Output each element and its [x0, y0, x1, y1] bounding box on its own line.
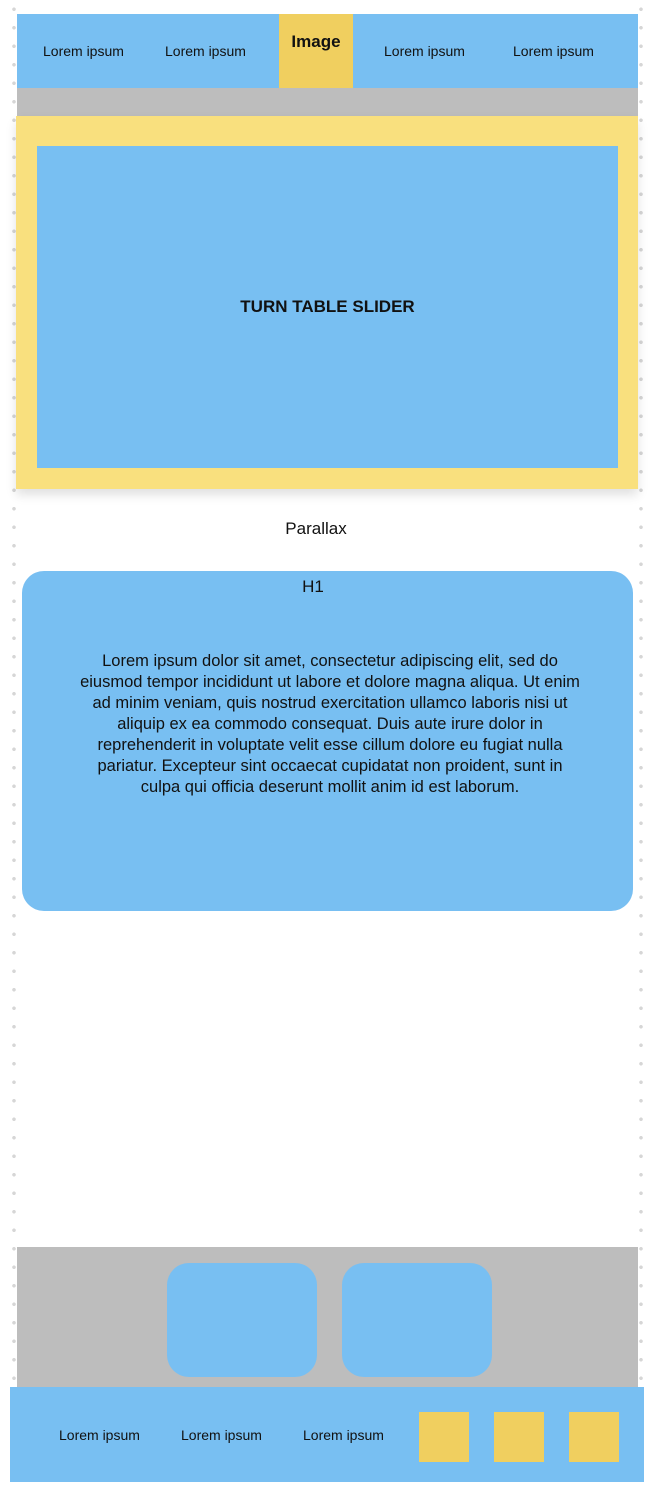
card-body-text: Lorem ipsum dolor sit amet, consectetur … — [80, 652, 580, 796]
nav-logo-image[interactable]: Image — [279, 14, 353, 88]
turntable-slider[interactable]: TURN TABLE SLIDER — [37, 146, 618, 468]
nav-item-2[interactable]: Lorem ipsum — [165, 43, 246, 59]
footer-link-3[interactable]: Lorem ipsum — [303, 1427, 384, 1443]
nav-logo-label: Image — [291, 32, 341, 51]
nav-item-3[interactable]: Lorem ipsum — [384, 43, 465, 59]
slider-frame: TURN TABLE SLIDER — [16, 116, 638, 489]
card-heading: H1 — [302, 577, 324, 596]
social-icon-2[interactable] — [494, 1412, 544, 1462]
footer-link-2[interactable]: Lorem ipsum — [181, 1427, 262, 1443]
gallery-thumb-1[interactable] — [167, 1263, 317, 1377]
social-icon-3[interactable] — [569, 1412, 619, 1462]
nav-underline-strip — [17, 88, 638, 116]
nav-item-4[interactable]: Lorem ipsum — [513, 43, 594, 59]
parallax-label: Parallax — [285, 519, 347, 538]
social-icon-1[interactable] — [419, 1412, 469, 1462]
gallery-strip — [17, 1247, 638, 1387]
footer-bar: Lorem ipsum Lorem ipsum Lorem ipsum — [10, 1387, 644, 1482]
nav-item-1[interactable]: Lorem ipsum — [43, 43, 124, 59]
gallery-thumb-2[interactable] — [342, 1263, 492, 1377]
slider-title: TURN TABLE SLIDER — [240, 297, 415, 316]
top-nav-bar: Lorem ipsum Lorem ipsum Image Lorem ipsu… — [17, 14, 638, 88]
right-dotted-guide — [638, 0, 644, 1486]
footer-link-1[interactable]: Lorem ipsum — [59, 1427, 140, 1443]
content-card: H1 Lorem ipsum dolor sit amet, consectet… — [22, 571, 633, 911]
